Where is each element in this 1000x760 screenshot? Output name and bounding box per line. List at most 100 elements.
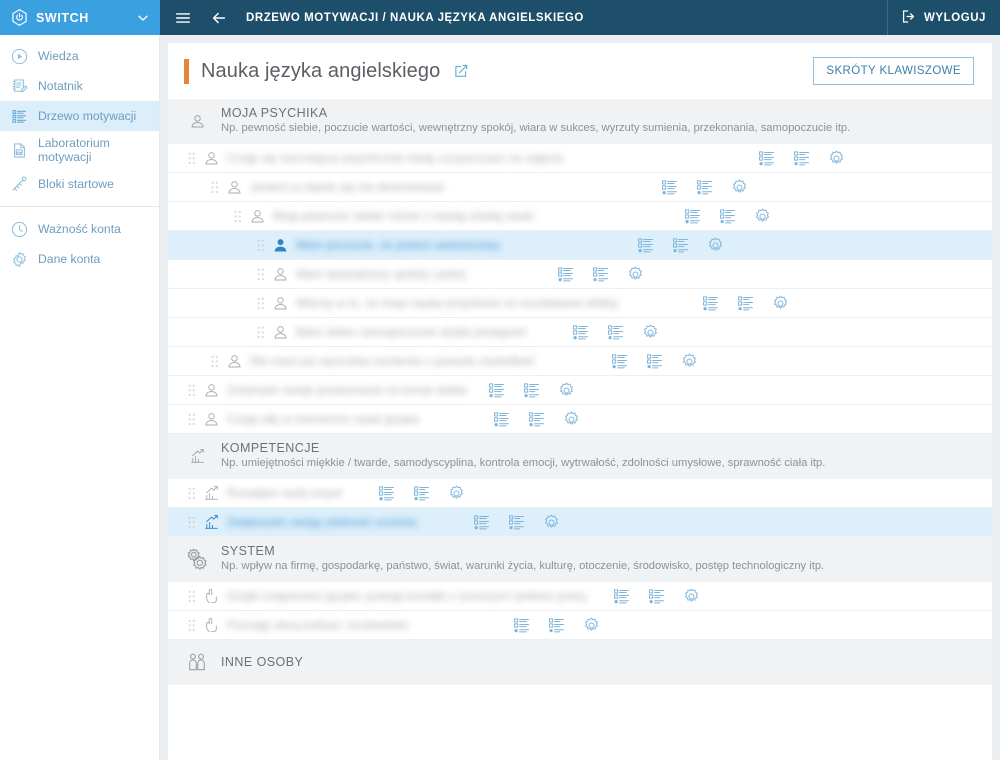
- tree-row[interactable]: Dzięki znajomości języka zyskuję kontakt…: [168, 582, 992, 611]
- bar-chart-arrow-icon: [203, 485, 220, 502]
- list-ordered-icon[interactable]: [472, 513, 491, 532]
- tree-row-label: Mam dobre samopoczucie dzięki postępom: [296, 325, 527, 339]
- arrow-left-icon[interactable]: [208, 7, 230, 29]
- row-actions: [487, 381, 576, 400]
- drag-handle-icon[interactable]: [188, 487, 197, 500]
- tree-row[interactable]: Zwiększam swoją zdolność uczenia: [168, 508, 992, 537]
- list-bullet-icon[interactable]: [792, 149, 811, 168]
- drag-handle-icon[interactable]: [188, 516, 197, 529]
- hamburger-icon[interactable]: [172, 7, 194, 29]
- list-ordered-icon[interactable]: [377, 484, 396, 503]
- list-ordered-icon[interactable]: [701, 294, 720, 313]
- document-image-icon: [10, 141, 29, 160]
- list-bullet-icon[interactable]: [671, 236, 690, 255]
- tree-row[interactable]: Moja pewność siebie rośnie z każdą chwil…: [168, 202, 992, 231]
- sidebar-item-notatnik[interactable]: Notatnik: [0, 71, 159, 101]
- list-bullet-icon[interactable]: [507, 513, 526, 532]
- tree-row[interactable]: Rozwijam swój umysł: [168, 479, 992, 508]
- gear-icon[interactable]: [447, 484, 466, 503]
- list-bullet-icon[interactable]: [591, 265, 610, 284]
- tree-row-label: Czuję się mocniejszy psychicznie kiedy u…: [227, 151, 563, 165]
- gear-icon[interactable]: [706, 236, 725, 255]
- gear-icon[interactable]: [542, 513, 561, 532]
- drag-handle-icon[interactable]: [257, 268, 266, 281]
- list-bullet-icon[interactable]: [645, 352, 664, 371]
- gear-icon[interactable]: [626, 265, 645, 284]
- keyboard-shortcuts-button[interactable]: SKRÓTY KLAWISZOWE: [813, 57, 974, 85]
- tree-row-label: Mam wewnętrzny spokój i pokój: [296, 267, 466, 281]
- list-bullet-icon[interactable]: [647, 587, 666, 606]
- drag-handle-icon[interactable]: [257, 239, 266, 252]
- sidebar-item-dane-konta[interactable]: Dane konta: [0, 244, 159, 274]
- drag-handle-icon[interactable]: [211, 181, 220, 194]
- list-ordered-icon[interactable]: [571, 323, 590, 342]
- sidebar-item-wiedza[interactable]: Wiedza: [0, 41, 159, 71]
- page-header: Nauka języka angielskiego SKRÓTY KLAWISZ…: [168, 43, 992, 99]
- edit-square-icon[interactable]: [453, 63, 469, 79]
- gear-icon[interactable]: [562, 410, 581, 429]
- drag-handle-icon[interactable]: [188, 413, 197, 426]
- gear-icon[interactable]: [582, 616, 601, 635]
- list-ordered-icon[interactable]: [492, 410, 511, 429]
- list-ordered-icon[interactable]: [512, 616, 531, 635]
- drag-handle-icon[interactable]: [234, 210, 243, 223]
- tree-row[interactable]: Nie mam już wyrzutów sumienia z powodu z…: [168, 347, 992, 376]
- list-bullet-icon[interactable]: [606, 323, 625, 342]
- gear-icon[interactable]: [771, 294, 790, 313]
- tree-row[interactable]: Wierzę w to, że moja nauka przyniesie mi…: [168, 289, 992, 318]
- tree-row[interactable]: Czuję siłę w momencie nauki języka: [168, 405, 992, 434]
- gear-icon: [10, 250, 29, 269]
- list-ordered-icon[interactable]: [660, 178, 679, 197]
- gear-icon[interactable]: [682, 587, 701, 606]
- tree-row[interactable]: Mam wewnętrzny spokój i pokój: [168, 260, 992, 289]
- chevron-down-icon[interactable]: [136, 11, 150, 25]
- brand-switcher[interactable]: SWITCH: [0, 0, 160, 35]
- row-actions: [610, 352, 699, 371]
- tree-row[interactable]: Poznaję obcą kulturę i środowisko: [168, 611, 992, 640]
- list-ordered-icon[interactable]: [556, 265, 575, 284]
- list-ordered-icon[interactable]: [610, 352, 629, 371]
- tree-row[interactable]: Jestem w stanie się nie denerwować: [168, 173, 992, 202]
- list-ordered-icon[interactable]: [636, 236, 655, 255]
- tree-row[interactable]: Czuję się mocniejszy psychicznie kiedy u…: [168, 144, 992, 173]
- list-ordered-icon[interactable]: [683, 207, 702, 226]
- person-filled-icon: [272, 237, 289, 254]
- logout-label: WYLOGUJ: [924, 11, 986, 24]
- drag-handle-icon[interactable]: [188, 384, 197, 397]
- list-bullet-icon[interactable]: [695, 178, 714, 197]
- list-bullet-icon[interactable]: [522, 381, 541, 400]
- tree-row[interactable]: Zmieniam swoje przekonania na temat sieb…: [168, 376, 992, 405]
- list-ordered-icon[interactable]: [612, 587, 631, 606]
- gear-icon[interactable]: [680, 352, 699, 371]
- tree-list-icon: [10, 107, 29, 126]
- list-ordered-icon[interactable]: [757, 149, 776, 168]
- two-people-icon: [182, 647, 212, 677]
- gear-icon[interactable]: [753, 207, 772, 226]
- drag-handle-icon[interactable]: [257, 297, 266, 310]
- sidebar-item-label: Wiedza: [38, 49, 79, 63]
- sidebar-item-waznosc-konta[interactable]: Ważność konta: [0, 214, 159, 244]
- list-bullet-icon[interactable]: [736, 294, 755, 313]
- drag-handle-icon[interactable]: [188, 619, 197, 632]
- list-bullet-icon[interactable]: [718, 207, 737, 226]
- drag-handle-icon[interactable]: [188, 152, 197, 165]
- logout-button[interactable]: WYLOGUJ: [887, 0, 1000, 35]
- drag-handle-icon[interactable]: [188, 590, 197, 603]
- list-bullet-icon[interactable]: [412, 484, 431, 503]
- gear-icon[interactable]: [827, 149, 846, 168]
- sidebar-item-laboratorium-motywacji[interactable]: Laboratorium motywacji: [0, 131, 159, 169]
- drag-handle-icon[interactable]: [211, 355, 220, 368]
- sidebar-item-drzewo-motywacji[interactable]: Drzewo motywacji: [0, 101, 159, 131]
- section-rows: Czuję się mocniejszy psychicznie kiedy u…: [168, 144, 992, 434]
- sections-container: MOJA PSYCHIKA Np. pewność siebie, poczuci…: [168, 99, 992, 685]
- gear-icon[interactable]: [730, 178, 749, 197]
- gear-icon[interactable]: [641, 323, 660, 342]
- tree-row[interactable]: Mam dobre samopoczucie dzięki postępom: [168, 318, 992, 347]
- list-bullet-icon[interactable]: [527, 410, 546, 429]
- drag-handle-icon[interactable]: [257, 326, 266, 339]
- gear-icon[interactable]: [557, 381, 576, 400]
- tree-row[interactable]: Mam poczucie, że jestem wartościowy: [168, 231, 992, 260]
- list-ordered-icon[interactable]: [487, 381, 506, 400]
- sidebar-item-bloki-startowe[interactable]: Bloki startowe: [0, 169, 159, 199]
- list-bullet-icon[interactable]: [547, 616, 566, 635]
